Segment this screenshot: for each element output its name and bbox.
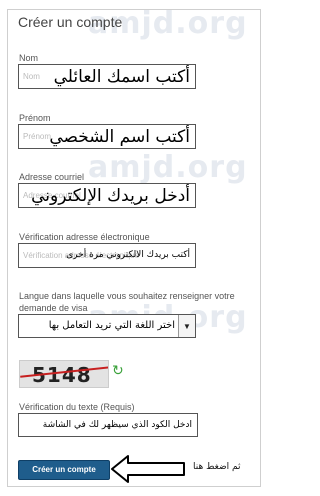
first-name-label: Prénom: [19, 113, 51, 123]
captcha-annotation: ادخل الكود الذي سيظهر لك في الشاشة: [42, 420, 192, 430]
email-field[interactable]: Adresse courriel أدخل بريدك الإلكتروني: [18, 183, 196, 208]
email-confirm-annotation: أكتب بريدك الالكتروني مرة أخرى: [66, 250, 190, 260]
chevron-down-icon[interactable]: ▼: [178, 315, 195, 337]
refresh-icon[interactable]: ↻: [112, 362, 124, 379]
form-title: Créer un compte: [18, 14, 123, 30]
email-annotation: أدخل بريدك الإلكتروني: [31, 186, 190, 206]
last-name-placeholder: Nom: [23, 72, 40, 81]
last-name-label: Nom: [19, 53, 39, 63]
language-select[interactable]: اختر اللغة التي تريد التعامل بها ▼: [18, 314, 196, 338]
email-confirm-label: Vérification adresse électronique: [19, 232, 150, 242]
email-label: Adresse courriel: [19, 172, 85, 182]
language-label: Langue dans laquelle vous souhaitez rens…: [19, 291, 235, 313]
first-name-annotation: أكتب اسم الشخصي: [49, 127, 190, 147]
email-confirm-field[interactable]: Vérification adresse électronique أكتب ب…: [18, 243, 196, 268]
captcha-verification-label: Vérification du texte (Requis): [19, 402, 135, 412]
first-name-input[interactable]: Prénom أكتب اسم الشخصي: [18, 124, 196, 149]
language-annotation: اختر اللغة التي تريد التعامل بها: [48, 320, 175, 331]
first-name-placeholder: Prénom: [23, 132, 52, 141]
last-name-input[interactable]: Nom أكتب اسمك العائلي: [18, 64, 196, 89]
last-name-annotation: أكتب اسمك العائلي: [53, 67, 190, 87]
create-account-button[interactable]: Créer un compte: [18, 460, 110, 480]
click-here-hint: ثم اضغط هنا: [193, 462, 241, 472]
captcha-image: 5148: [19, 360, 109, 388]
captcha-input[interactable]: ادخل الكود الذي سيظهر لك في الشاشة: [18, 413, 198, 437]
arrow-left-icon: [111, 455, 185, 483]
